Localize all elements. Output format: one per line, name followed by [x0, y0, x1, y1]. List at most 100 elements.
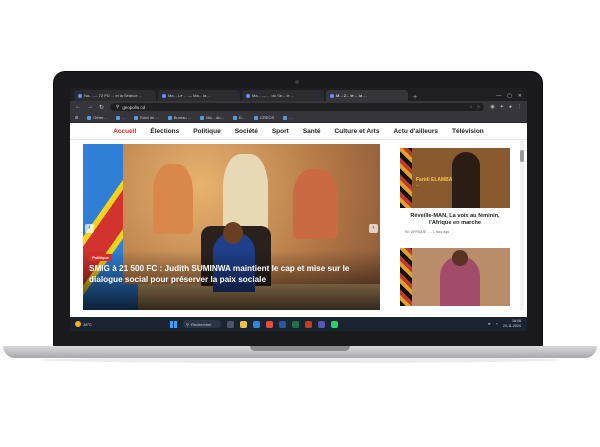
powerpoint-icon[interactable]	[305, 320, 312, 328]
extension-icon[interactable]: ◉	[490, 104, 494, 110]
person-head	[223, 222, 243, 244]
back-icon[interactable]: ←	[75, 104, 81, 110]
person-head	[452, 250, 468, 266]
weather-temp: 28°C	[83, 321, 92, 327]
bookmark-item[interactable]: Suivi de ...	[134, 115, 159, 120]
browser-tab[interactable]: Ma... Le ... — Ma... la ...	[158, 90, 240, 101]
bookmark-item[interactable]: Gérer...	[87, 115, 107, 120]
guest-sub: ...	[416, 183, 419, 187]
url-text: geopolis.cd	[122, 104, 146, 110]
system-tray: ≋ ◖ 18:08 24-11-2024	[488, 319, 521, 329]
clock-time: 18:08	[512, 319, 521, 323]
tab-label: Na... — 72 PD ... et la Séance ...	[84, 93, 143, 98]
new-tab-icon[interactable]: +	[413, 94, 417, 101]
windows-start-icon[interactable]	[170, 320, 177, 328]
side-card-image[interactable]: Faridi ELAMBA...	[400, 148, 510, 208]
nav-item-politique[interactable]: Politique	[193, 128, 220, 135]
install-icon[interactable]: ⌂	[470, 104, 473, 110]
sun-icon	[75, 321, 81, 327]
hero-title[interactable]: SMIG à 21 500 FC : Judith SUMINWA mainti…	[89, 263, 374, 285]
bookmark-item[interactable]: CREOS	[254, 115, 274, 120]
bookmark-item[interactable]: D...	[232, 115, 245, 120]
favicon-icon	[330, 93, 334, 98]
file-explorer-icon[interactable]	[240, 320, 247, 328]
side-card-title[interactable]: Réveille-MAN, La voix au féminin, l'Afri…	[400, 213, 510, 227]
menu-icon[interactable]: ⋮	[517, 104, 522, 110]
carousel-next-icon[interactable]: ›	[369, 224, 378, 233]
laptop-mockup: Na... — 72 PD ... et la Séance ... Ma...…	[0, 0, 600, 447]
volume-icon[interactable]: ◖	[496, 322, 498, 326]
nav-item-elections[interactable]: Élections	[150, 128, 179, 135]
bookmark-item[interactable]: Ma... du...	[200, 115, 224, 120]
side-card-image[interactable]	[400, 248, 510, 306]
word-icon[interactable]	[279, 320, 286, 328]
favicon-icon	[78, 93, 82, 98]
forward-icon[interactable]: →	[87, 104, 93, 110]
tab-label: Ma... Le ... — Ma... la ...	[168, 93, 211, 98]
category-badge[interactable]: Politique	[89, 254, 112, 261]
person-photo	[452, 152, 480, 208]
hero-article[interactable]: ‹ › Politique SMIG à 21 500 FC : Judith …	[83, 144, 380, 310]
weather-widget[interactable]: 28°C	[75, 321, 92, 327]
minimize-icon[interactable]: —	[496, 93, 501, 99]
carousel-prev-icon[interactable]: ‹	[85, 224, 94, 233]
window-controls: — ▢ ✕	[496, 93, 527, 101]
wifi-icon[interactable]: ≋	[488, 322, 491, 326]
nav-item-sport[interactable]: Sport	[272, 128, 289, 135]
side-card-meta: IN / AFRIQUE ... - 1 hour ago	[405, 230, 450, 234]
mural-figure	[293, 169, 338, 239]
edge-icon[interactable]	[253, 320, 260, 328]
url-input[interactable]: ⚲ geopolis.cd ⌂ ☆	[110, 103, 485, 111]
browser-tabbar: Na... — 72 PD ... et la Séance ... Ma...…	[70, 88, 527, 101]
kente-pattern	[400, 248, 412, 306]
excel-icon[interactable]	[292, 320, 299, 328]
profile-icon[interactable]: ●	[509, 104, 512, 110]
reload-icon[interactable]: ↻	[99, 104, 104, 111]
nav-item-accueil[interactable]: Accueil	[113, 128, 136, 135]
search-placeholder: Rechercher	[190, 321, 212, 327]
nav-item-societe[interactable]: Société	[235, 128, 258, 135]
taskbar-apps: ⚲ Rechercher	[170, 320, 338, 328]
site-nav: Accueil Élections Politique Société Spor…	[70, 123, 527, 140]
clock-date: 24-11-2024	[502, 324, 521, 328]
taskbar-search[interactable]: ⚲ Rechercher	[183, 320, 221, 328]
teams-icon[interactable]	[318, 320, 325, 328]
bookmark-item[interactable]: Bureau ...	[167, 115, 191, 120]
tab-label: Ma... — ... du Se... le ...	[252, 93, 295, 98]
tab-label: M... 2... le ... la ...	[336, 93, 367, 98]
bookmark-item[interactable]: ...	[283, 115, 293, 120]
favicon-icon	[246, 93, 250, 98]
clock[interactable]: 18:08 24-11-2024	[503, 319, 521, 329]
nav-item-sante[interactable]: Santé	[303, 128, 321, 135]
maximize-icon[interactable]: ▢	[507, 93, 512, 99]
nav-item-television[interactable]: Télévision	[452, 128, 484, 135]
bookmark-apps[interactable]: ⊞	[75, 115, 78, 120]
task-view-icon[interactable]	[227, 320, 234, 328]
bookmarks-bar: ⊞ Gérer... ... Suivi de ... Bureau ... M…	[70, 113, 527, 123]
browser-tab[interactable]: Na... — 72 PD ... et la Séance ...	[74, 90, 156, 101]
bookmark-star-icon[interactable]: ☆	[476, 104, 480, 110]
nav-item-culture[interactable]: Culture et Arts	[335, 128, 380, 135]
scrollbar-thumb[interactable]	[520, 150, 524, 162]
site-info-icon[interactable]: ⚲	[116, 104, 119, 110]
browser-tab[interactable]: Ma... — ... du Se... le ...	[242, 90, 324, 101]
guest-name: Faridi ELAMBA	[416, 177, 453, 183]
extensions: ◉ ✦ ● ⋮	[490, 104, 522, 110]
webcam	[295, 80, 299, 84]
windows-taskbar: 28°C ⚲ Rechercher ≋ ◖ 18:08 24-11-2024	[70, 317, 527, 331]
guest-tag: Faridi ELAMBA...	[416, 178, 452, 188]
mural-figure	[153, 164, 193, 234]
kente-pattern	[400, 148, 412, 208]
browser-tab-active[interactable]: M... 2... le ... la ...	[326, 90, 408, 101]
scrollbar[interactable]	[520, 140, 524, 310]
search-icon: ⚲	[186, 321, 189, 327]
favicon-icon	[162, 93, 166, 98]
address-bar-row: ← → ↻ ⚲ geopolis.cd ⌂ ☆ ◉ ✦ ● ⋮	[70, 101, 527, 113]
close-icon[interactable]: ✕	[518, 93, 522, 99]
whatsapp-icon[interactable]	[331, 320, 338, 328]
laptop-notch	[250, 346, 350, 351]
bookmark-item[interactable]: ...	[115, 115, 125, 120]
chrome-icon[interactable]	[266, 320, 273, 328]
nav-item-actu-ailleurs[interactable]: Actu d'ailleurs	[393, 128, 438, 135]
puzzle-icon[interactable]: ✦	[500, 104, 504, 110]
